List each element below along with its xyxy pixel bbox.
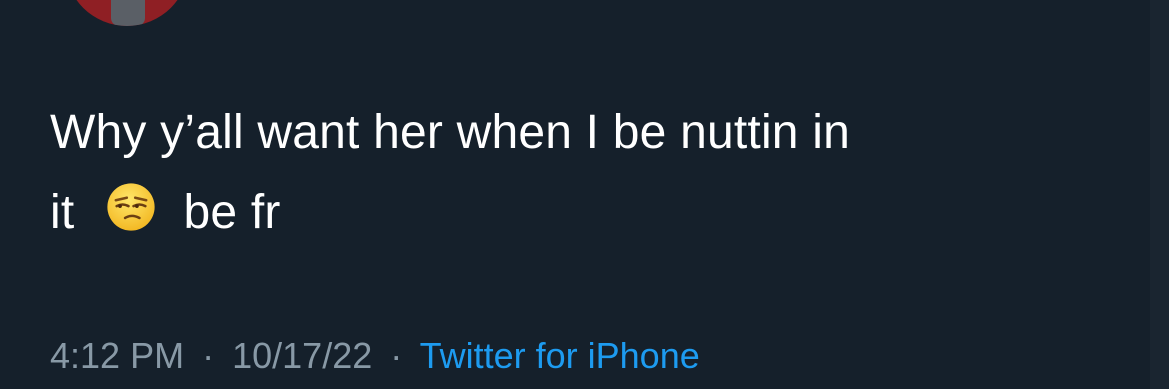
scrollbar[interactable] [1150,0,1169,389]
tweet-detail: Why y’all want her when I be nuttin in i… [0,0,1169,389]
tweet-metadata: 4:12 PM · 10/17/22 · Twitter for iPhone [50,334,700,378]
unamused-face-emoji-icon [107,183,155,231]
tweet-time[interactable]: 4:12 PM [50,335,184,376]
tweet-date[interactable]: 10/17/22 [232,335,372,376]
tweet-text-line-2-end: be fr [183,186,281,239]
tweet-source-link[interactable]: Twitter for iPhone [420,335,700,376]
tweet-text-line-1: Why y’all want her when I be nuttin in [50,106,850,159]
avatar[interactable] [65,0,189,26]
tweet-text-line-2-start: it [50,186,75,239]
meta-separator: · [202,335,215,376]
meta-separator: · [390,335,403,376]
tweet-text: Why y’all want her when I be nuttin in i… [50,93,1130,253]
